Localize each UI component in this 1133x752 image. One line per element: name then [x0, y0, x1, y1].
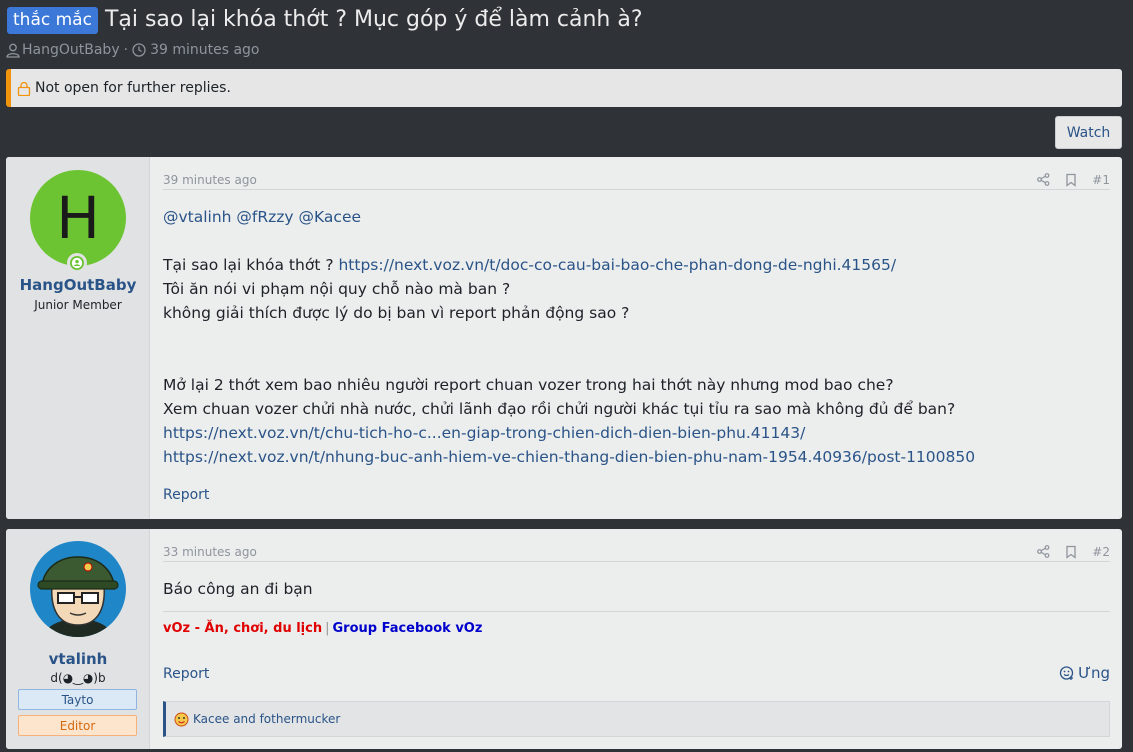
report-link[interactable]: Report	[163, 666, 209, 682]
post-message-column: 33 minutes ago #2 Báo công an đi bạn vOz…	[150, 529, 1122, 749]
avatar[interactable]: H	[30, 170, 126, 266]
post-user-column: H HangOutBaby Junior Member	[6, 157, 150, 519]
post-body: @vtalinh @fRzzy @Kacee Tại sao lại khóa …	[163, 205, 1110, 469]
body-line: Tại sao lại khóa thớt ?	[163, 256, 339, 274]
thread-link[interactable]: https://next.voz.vn/t/nhung-buc-anh-hiem…	[163, 448, 975, 466]
user-title: Junior Member	[34, 298, 122, 312]
thread-link[interactable]: https://next.voz.vn/t/chu-tich-ho-c...en…	[163, 424, 805, 442]
thread-prefix[interactable]: thắc mắc	[7, 6, 98, 34]
user-title: d(◕‿◕)b	[50, 671, 106, 685]
user-banner-editor: Editor	[18, 715, 137, 736]
signature: vOz - Ăn, chơi, du lịch | Group Facebook v…	[163, 611, 1110, 636]
react-label: Ưng	[1078, 664, 1110, 682]
avatar[interactable]	[30, 541, 126, 637]
meta-separator: ·	[123, 42, 129, 58]
user-icon	[6, 43, 20, 58]
bookmark-icon[interactable]	[1064, 545, 1078, 559]
share-icon[interactable]	[1037, 545, 1050, 558]
post-number[interactable]: #2	[1092, 545, 1110, 559]
post-actions: #1	[1037, 173, 1110, 187]
thread-author-link[interactable]: HangOutBaby	[22, 42, 120, 58]
reaction-users[interactable]: Kacee and fothermucker	[193, 712, 340, 726]
post-time[interactable]: 39 minutes ago	[163, 173, 257, 187]
thread-time[interactable]: 39 minutes ago	[150, 42, 259, 58]
thread-link[interactable]: https://next.voz.vn/t/doc-co-cau-bai-bao…	[338, 256, 896, 274]
reaction-emoji-icon	[174, 712, 189, 726]
report-link[interactable]: Report	[163, 487, 209, 503]
locked-notice: Not open for further replies.	[6, 69, 1122, 107]
signature-link[interactable]: vOz - Ăn, chơi, du lịch	[163, 621, 322, 636]
signature-link[interactable]: Group Facebook vOz	[332, 621, 482, 636]
body-line: Tôi ăn nói vi phạm nội quy chỗ nào mà ba…	[163, 280, 511, 298]
username[interactable]: vtalinh	[6, 650, 150, 668]
post-number[interactable]: #1	[1092, 173, 1110, 187]
body-line: Xem chuan vozer chửi nhà nước, chửi lãnh…	[163, 400, 956, 418]
reactions-bar[interactable]: Kacee and fothermucker	[163, 701, 1110, 737]
username[interactable]: HangOutBaby	[6, 276, 150, 294]
lock-icon	[17, 81, 31, 96]
post-header: 39 minutes ago #1	[163, 170, 1110, 190]
post-user-column: vtalinh d(◕‿◕)b Tayto Editor	[6, 529, 150, 749]
post: H HangOutBaby Junior Member 39 minutes a…	[6, 157, 1122, 519]
post-header: 33 minutes ago #2	[163, 542, 1110, 562]
post-time[interactable]: 33 minutes ago	[163, 545, 257, 559]
post-body: Báo công an đi bạn	[163, 577, 1110, 601]
body-line: không giải thích được lý do bị ban vì re…	[163, 304, 630, 322]
watch-button[interactable]: Watch	[1055, 116, 1122, 149]
thread-title: Tại sao lại khóa thớt ? Mục góp ý để làm…	[104, 7, 643, 32]
notice-text: Not open for further replies.	[35, 80, 231, 96]
body-line: Mở lại 2 thớt xem bao nhiêu người report…	[163, 376, 894, 394]
signature-separator: |	[325, 621, 330, 636]
user-banner-tayto: Tayto	[18, 689, 137, 710]
react-button[interactable]: Ưng	[1059, 664, 1110, 682]
mention-list[interactable]: @vtalinh @fRzzy @Kacee	[163, 208, 361, 226]
bookmark-icon[interactable]	[1064, 173, 1078, 187]
post: vtalinh d(◕‿◕)b Tayto Editor 33 minutes …	[6, 529, 1122, 749]
body-line: Báo công an đi bạn	[163, 580, 313, 598]
online-status-icon	[67, 253, 87, 273]
thread-title-row: thắc mắc Tại sao lại khóa thớt ? Mục góp…	[7, 6, 643, 34]
clock-icon	[132, 43, 146, 57]
thread-meta: HangOutBaby · 39 minutes ago	[6, 42, 259, 58]
post-actions: #2	[1037, 545, 1110, 559]
react-icon	[1059, 666, 1074, 680]
share-icon[interactable]	[1037, 173, 1050, 186]
post-message-column: 39 minutes ago #1 @vtalinh @fRzzy @Kacee…	[150, 157, 1122, 519]
